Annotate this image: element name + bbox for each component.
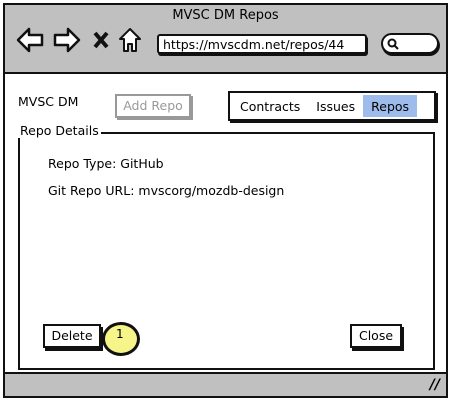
close-button[interactable]: Close xyxy=(350,324,402,348)
tab-issues[interactable]: Issues xyxy=(308,95,363,117)
title-bar: MVSC DM Repos https://mvscdm.net/repos/4… xyxy=(5,5,446,74)
panel-legend: Repo Details xyxy=(18,123,101,138)
status-bar: // xyxy=(5,372,446,396)
search-box[interactable] xyxy=(381,33,439,54)
back-arrow-icon[interactable] xyxy=(16,27,44,53)
forward-arrow-icon[interactable] xyxy=(53,27,81,53)
add-repo-button[interactable]: Add Repo xyxy=(115,94,191,118)
stop-x-icon[interactable] xyxy=(92,27,110,53)
repo-type-text: Repo Type: GitHub xyxy=(48,156,164,171)
tab-contracts[interactable]: Contracts xyxy=(232,95,308,117)
callout-badge: 1 xyxy=(102,322,140,356)
window-title: MVSC DM Repos xyxy=(172,8,279,23)
tab-repos[interactable]: Repos xyxy=(363,95,418,117)
url-bar[interactable]: https://mvscdm.net/repos/44 xyxy=(157,34,367,54)
nav-tabs: Contracts Issues Repos xyxy=(228,91,436,121)
browser-window: MVSC DM Repos https://mvscdm.net/repos/4… xyxy=(3,3,448,398)
home-icon[interactable] xyxy=(118,27,142,53)
delete-button[interactable]: Delete xyxy=(43,324,101,348)
git-url-text: Git Repo URL: mvscorg/mozdb-design xyxy=(48,183,285,198)
search-icon xyxy=(387,38,399,50)
resize-grip-icon[interactable]: // xyxy=(430,377,440,393)
brand-label: MVSC DM xyxy=(18,94,79,109)
